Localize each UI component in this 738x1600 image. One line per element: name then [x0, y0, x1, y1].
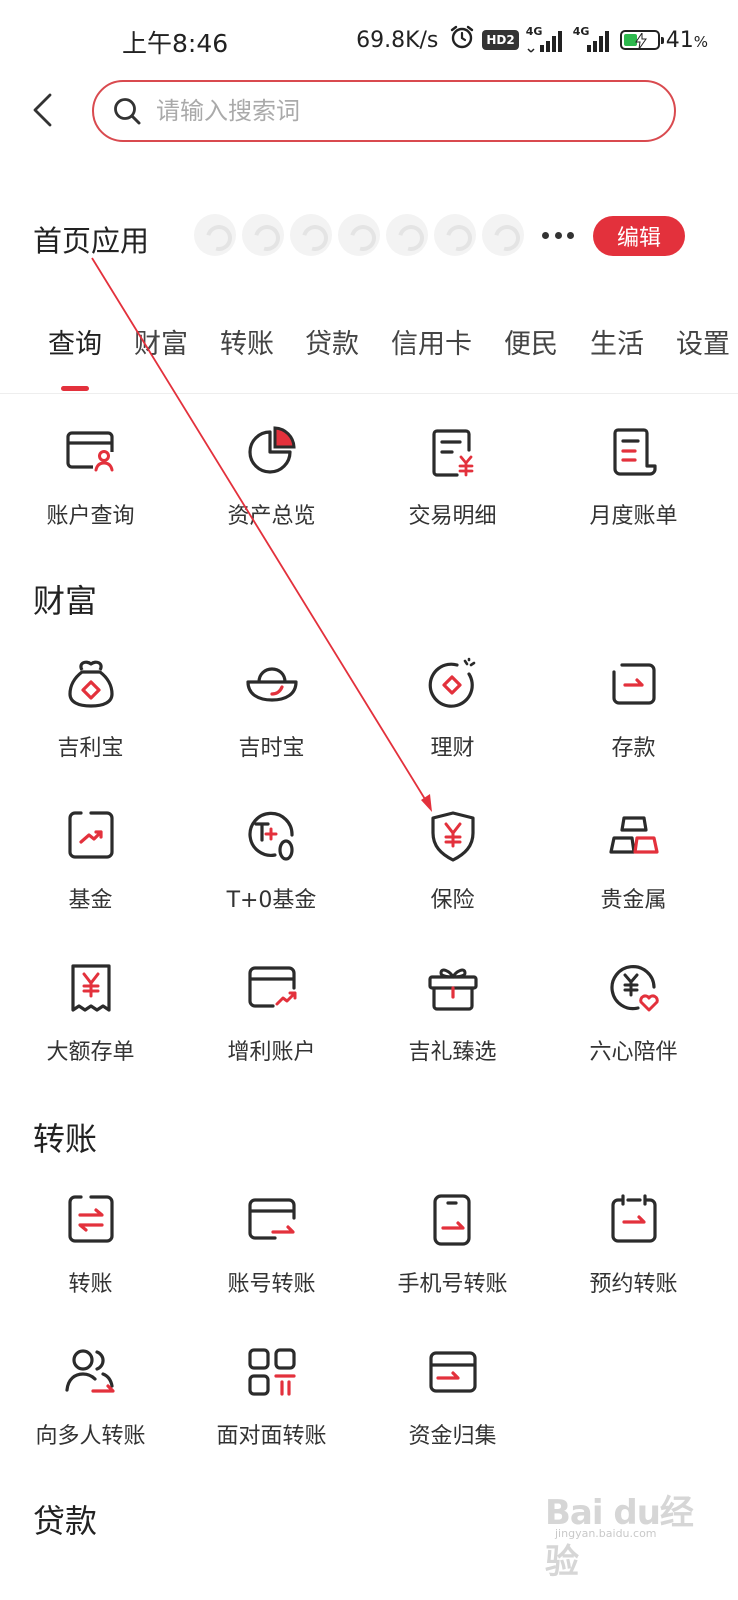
back-button[interactable] [22, 88, 62, 132]
tab-settings[interactable]: 设置 [676, 322, 730, 361]
home-app-slots [194, 214, 524, 256]
qr-transfer-icon [247, 1348, 296, 1396]
search-box[interactable] [92, 80, 676, 142]
money-bag-icon [67, 660, 114, 708]
grid-item-jishibao[interactable]: 吉时宝 [181, 656, 362, 786]
empty-app-slot[interactable] [434, 214, 476, 256]
grid-item-t0-fund[interactable]: T+0基金 [181, 808, 362, 938]
grid-item-account-transfer[interactable]: 账号转账 [181, 1192, 362, 1322]
grid-item-fund-collection[interactable]: 资金归集 [362, 1344, 543, 1474]
t0-fund-icon [247, 811, 294, 861]
more-dots-icon[interactable] [542, 226, 574, 244]
account-query-icon [65, 431, 115, 472]
grid-item-monthly-bill[interactable]: 月度账单 [543, 424, 724, 554]
profit-account-icon [247, 966, 296, 1008]
wealth-management-icon [428, 657, 475, 708]
precious-metal-icon [608, 816, 659, 854]
alarm-icon [449, 24, 475, 56]
grid-item-phone-transfer[interactable]: 手机号转账 [362, 1192, 543, 1322]
grid-item-wealth-management[interactable]: 理财 [362, 656, 543, 786]
grid-item-multi-transfer[interactable]: 向多人转账 [0, 1344, 181, 1474]
tab-loan[interactable]: 贷款 [305, 322, 359, 361]
empty-app-slot[interactable] [482, 214, 524, 256]
edit-button[interactable]: 编辑 [593, 216, 685, 256]
category-tabs: 查询 财富 转账 贷款 信用卡 便民 生活 设置 [0, 322, 738, 394]
net-speed: 69.8K/s [356, 27, 439, 53]
status-right: 69.8K/s HD2 4G 4G 41% [356, 24, 708, 56]
gold-ingot-icon [245, 667, 298, 702]
grid-item-account-query[interactable]: 账户查询 [0, 424, 181, 554]
fund-icon [67, 811, 114, 859]
tab-convenience[interactable]: 便民 [504, 322, 558, 361]
status-bar: 上午8:46 69.8K/s HD2 4G 4G 41% [0, 0, 738, 80]
tab-wealth[interactable]: 财富 [134, 322, 188, 361]
fund-collection-icon [428, 1351, 477, 1393]
grid-item-large-deposit[interactable]: 大额存单 [0, 960, 181, 1090]
battery: 41% [619, 27, 708, 53]
tab-query[interactable]: 查询 [48, 322, 102, 361]
monthly-bill-icon [612, 428, 657, 476]
grid-item-gift-selection[interactable]: 吉礼臻选 [362, 960, 543, 1090]
section-title-loan: 贷款 [33, 1502, 98, 1540]
grid-item-face-to-face-transfer[interactable]: 面对面转账 [181, 1344, 362, 1474]
deposit-icon [611, 663, 656, 705]
home-apps-title: 首页应用 [33, 224, 150, 258]
grid-item-six-heart[interactable]: 六心陪伴 [543, 960, 724, 1090]
hd-badge: HD2 [482, 30, 519, 50]
empty-app-slot[interactable] [386, 214, 428, 256]
baidu-watermark: Bai du经验 jingyan.baidu.com [545, 1493, 694, 1582]
grid-item-asset-overview[interactable]: 资产总览 [181, 424, 362, 554]
section-title-wealth: 财富 [33, 582, 98, 620]
signal-icon-2: 4G [573, 25, 613, 53]
large-deposit-icon [70, 964, 111, 1012]
transfer-icon [67, 1195, 114, 1243]
empty-app-slot[interactable] [194, 214, 236, 256]
scheduled-transfer-icon [610, 1194, 657, 1243]
grid-item-scheduled-transfer[interactable]: 预约转账 [543, 1192, 724, 1322]
search-icon [114, 98, 141, 125]
grid-item-fund[interactable]: 基金 [0, 808, 181, 938]
multi-transfer-icon [64, 1349, 115, 1393]
grid-item-insurance[interactable]: 保险 [362, 808, 543, 938]
signal-icon-1: 4G [526, 25, 566, 53]
asset-overview-icon [247, 426, 296, 474]
grid-item-profit-account[interactable]: 增利账户 [181, 960, 362, 1090]
phone-transfer-icon [432, 1194, 471, 1246]
insurance-shield-icon [430, 811, 475, 862]
grid-item-jilibao[interactable]: 吉利宝 [0, 656, 181, 786]
empty-app-slot[interactable] [290, 214, 332, 256]
account-transfer-icon [247, 1198, 296, 1240]
tab-credit-card[interactable]: 信用卡 [391, 322, 472, 361]
section-title-transfer: 转账 [33, 1120, 98, 1158]
heart-yuan-icon [609, 965, 659, 1012]
grid-item-deposit[interactable]: 存款 [543, 656, 724, 786]
tab-life[interactable]: 生活 [590, 322, 644, 361]
tab-transfer[interactable]: 转账 [220, 322, 274, 361]
empty-app-slot[interactable] [338, 214, 380, 256]
battery-percent: 41% [665, 27, 708, 53]
battery-icon [619, 30, 664, 50]
chevron-left-icon [33, 93, 52, 127]
grid-item-transaction-detail[interactable]: 交易明细 [362, 424, 543, 554]
status-time: 上午8:46 [122, 29, 229, 58]
search-input[interactable] [156, 97, 616, 125]
empty-app-slot[interactable] [242, 214, 284, 256]
active-tab-indicator [61, 386, 89, 391]
grid-item-precious-metal[interactable]: 贵金属 [543, 808, 724, 938]
transaction-detail-icon [431, 429, 473, 477]
gift-box-icon [427, 968, 478, 1011]
grid-item-transfer[interactable]: 转账 [0, 1192, 181, 1322]
